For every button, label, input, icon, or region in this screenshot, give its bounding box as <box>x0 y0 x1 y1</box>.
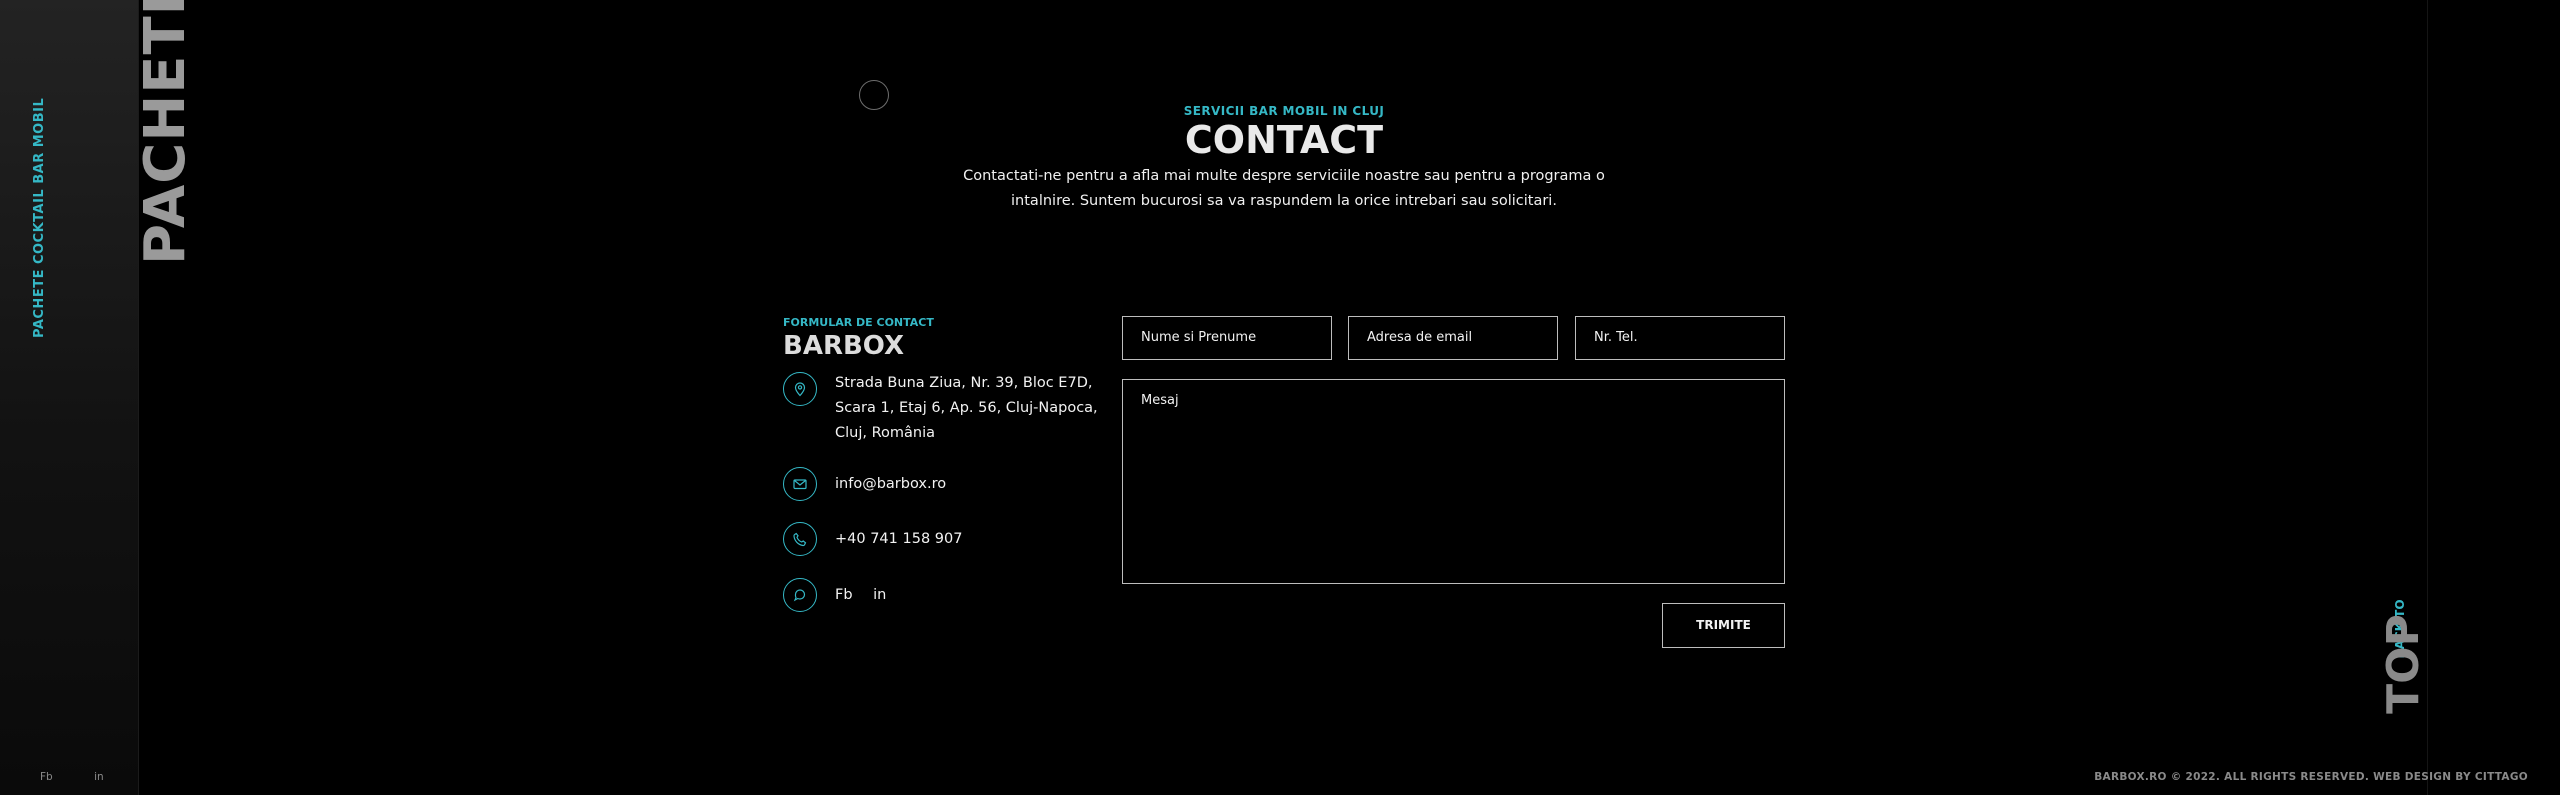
submit-button[interactable]: TRIMITE <box>1662 603 1785 648</box>
footer-social: Fb in <box>40 771 142 783</box>
facebook-link[interactable]: Fb <box>835 587 853 603</box>
footer-facebook-link[interactable]: Fb <box>40 771 53 783</box>
social-links: Fb in <box>835 578 902 612</box>
address-line-3: Cluj, România <box>835 425 935 441</box>
footer-copyright: BARBOX.RO © 2022. ALL RIGHTS RESERVED. W… <box>2094 771 2528 783</box>
page-title: CONTACT <box>1184 118 1384 162</box>
location-pin-icon <box>783 372 817 406</box>
side-title[interactable]: PACHETE <box>133 0 198 265</box>
email-link[interactable]: info@barbox.ro <box>835 467 946 501</box>
phone-row: +40 741 158 907 <box>783 522 962 556</box>
social-row: Fb in <box>783 578 902 612</box>
address-line-2: Scara 1, Etaj 6, Ap. 56, Cluj-Napoca, <box>835 400 1098 416</box>
address-text: Strada Buna Ziua, Nr. 39, Bloc E7D, Scar… <box>835 371 1098 446</box>
linkedin-link[interactable]: in <box>873 587 886 603</box>
hero-subtitle: SERVICII BAR MOBIL IN CLUJ <box>1183 104 1385 118</box>
side-subtitle[interactable]: PACHETE COCKTAIL BAR MOBIL <box>32 98 48 338</box>
address-line-1: Strada Buna Ziua, Nr. 39, Bloc E7D, <box>835 375 1093 391</box>
hero-section: SERVICII BAR MOBIL IN CLUJ CONTACT Conta… <box>900 104 1668 214</box>
hero-desc-line-1: Contactati-ne pentru a afla mai multe de… <box>963 168 1605 184</box>
envelope-icon <box>783 467 817 501</box>
info-subtitle: FORMULAR DE CONTACT <box>783 316 934 329</box>
hero-description: Contactati-ne pentru a afla mai multe de… <box>900 164 1668 214</box>
back-to-top-button[interactable]: TOP <box>2378 609 2429 719</box>
info-title: BARBOX <box>783 331 904 361</box>
message-textarea[interactable]: Mesaj <box>1122 379 1785 584</box>
share-icon <box>783 578 817 612</box>
phone-icon <box>783 522 817 556</box>
address-row: Strada Buna Ziua, Nr. 39, Bloc E7D, Scar… <box>783 372 1098 446</box>
phone-link[interactable]: +40 741 158 907 <box>835 522 962 556</box>
footer-linkedin-link[interactable]: in <box>94 771 104 783</box>
email-input[interactable]: Adresa de email <box>1348 316 1558 360</box>
right-panel <box>2427 0 2560 795</box>
cursor-circle <box>859 80 889 110</box>
hero-desc-line-2: intalnire. Suntem bucurosi sa va raspund… <box>1011 193 1557 209</box>
phone-input[interactable]: Nr. Tel. <box>1575 316 1785 360</box>
side-panel <box>0 0 139 795</box>
contact-info: FORMULAR DE CONTACT BARBOX Strada Buna Z… <box>783 316 1103 612</box>
name-input[interactable]: Nume si Prenume <box>1122 316 1332 360</box>
email-row: info@barbox.ro <box>783 467 946 501</box>
